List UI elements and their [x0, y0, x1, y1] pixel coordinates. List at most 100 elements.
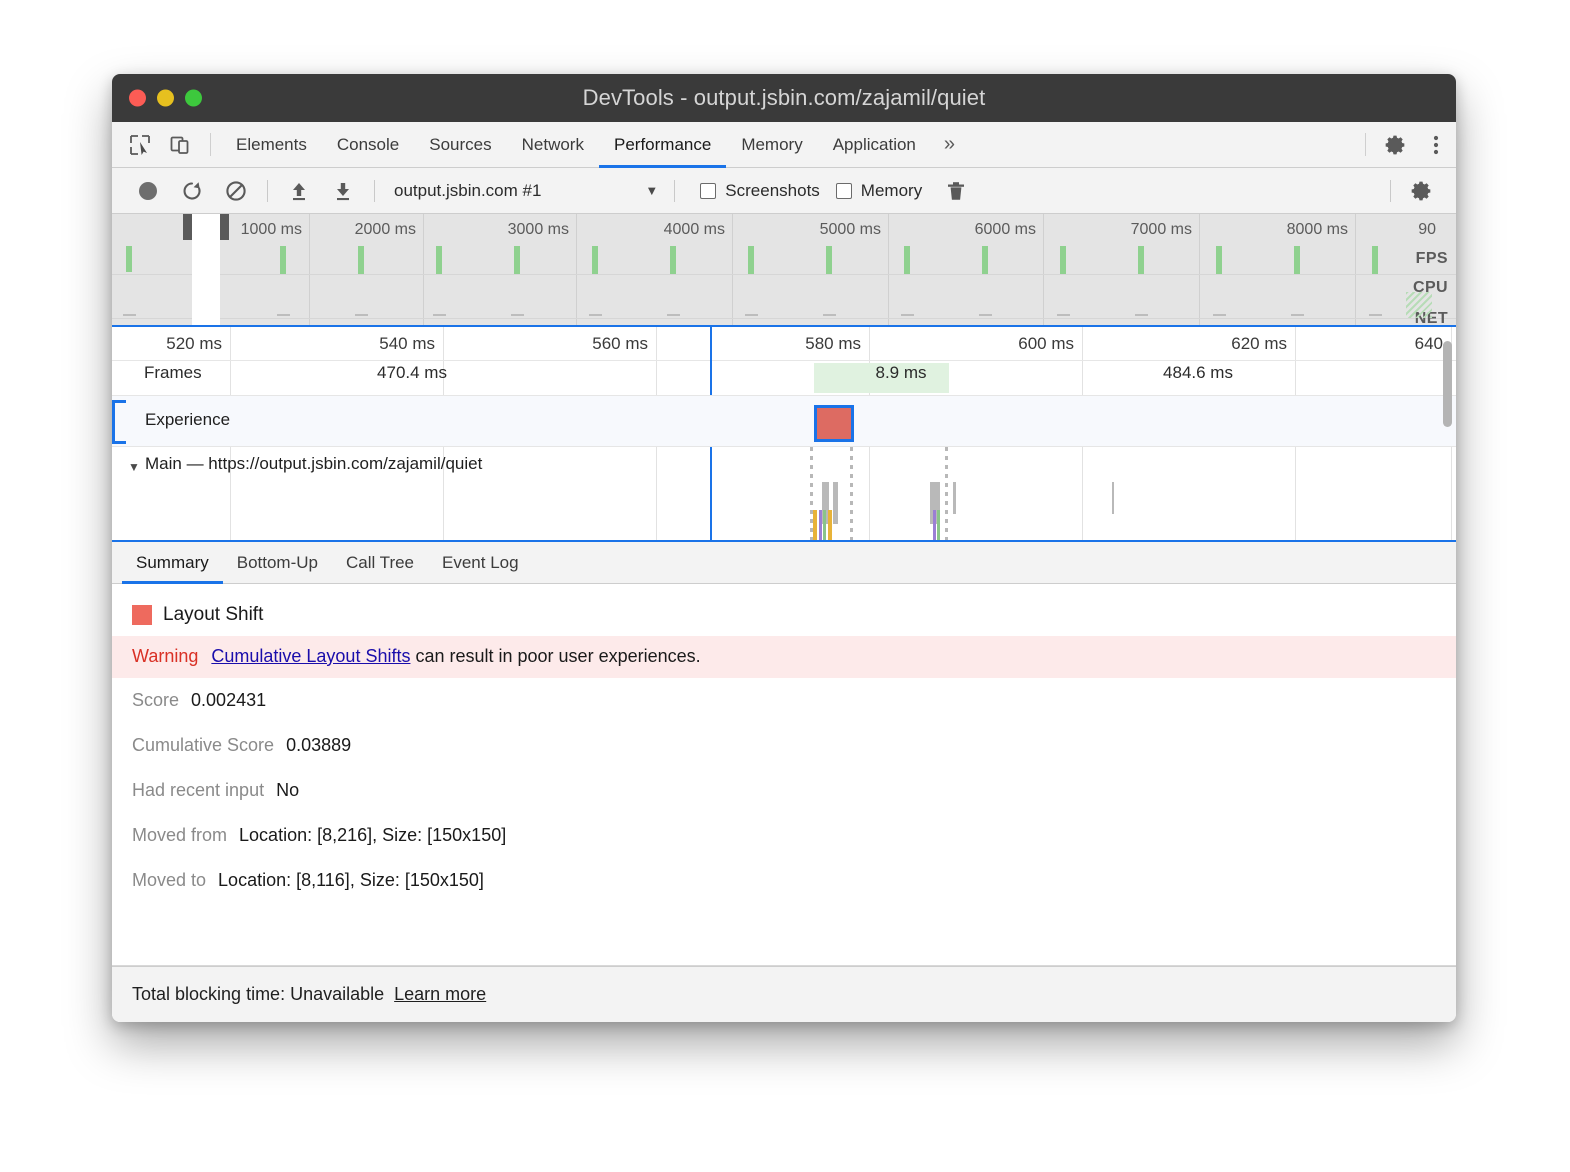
field-key: Moved from	[132, 825, 227, 846]
fps-bar	[514, 246, 520, 274]
layout-shift-event[interactable]	[814, 405, 854, 442]
fps-bar	[126, 246, 132, 272]
more-options-icon[interactable]	[1416, 122, 1456, 167]
overview-selection-window[interactable]	[192, 214, 220, 325]
tab-call-tree[interactable]: Call Tree	[332, 542, 428, 583]
close-window-button[interactable]	[129, 90, 146, 107]
fps-bar	[748, 246, 754, 274]
main-thread-task-bar[interactable]	[833, 482, 838, 524]
load-profile-button[interactable]	[277, 169, 321, 213]
minimize-window-button[interactable]	[157, 90, 174, 107]
fps-bar	[826, 246, 832, 274]
details-tabbar: Summary Bottom-Up Call Tree Event Log	[112, 542, 1456, 584]
tab-sources[interactable]: Sources	[414, 122, 506, 167]
tab-memory[interactable]: Memory	[726, 122, 817, 167]
overview-window-right-handle[interactable]	[220, 214, 229, 240]
main-track-collapse-caret[interactable]: ▼	[128, 460, 140, 474]
field-value: No	[276, 780, 299, 801]
trash-icon[interactable]	[934, 169, 978, 213]
record-button[interactable]	[126, 169, 170, 213]
main-thread-event-bar[interactable]	[828, 510, 832, 542]
overview-tick-label: 6000 ms	[975, 221, 1042, 239]
reload-and-record-button[interactable]	[170, 169, 214, 213]
frame-duration-selected: 8.9 ms	[875, 363, 926, 383]
tab-label: Application	[833, 135, 916, 155]
net-request-marker	[123, 314, 136, 316]
clear-button[interactable]	[214, 169, 258, 213]
overview-window-left-handle[interactable]	[183, 214, 192, 240]
fps-bar	[1138, 246, 1144, 274]
main-thread-event-bar[interactable]	[813, 510, 817, 542]
net-request-marker	[1291, 314, 1304, 316]
profile-select-dropdown[interactable]: output.jsbin.com #1 ▼	[394, 181, 658, 201]
fps-bar	[358, 246, 364, 274]
net-request-marker	[1135, 314, 1148, 316]
fps-bar	[1216, 246, 1222, 274]
net-request-marker	[745, 314, 758, 316]
learn-more-link[interactable]: Learn more	[394, 984, 486, 1005]
flame-tick-label: 580 ms	[805, 334, 868, 354]
details-divider	[112, 965, 1456, 966]
tab-application[interactable]: Application	[818, 122, 931, 167]
fps-bar	[1294, 246, 1300, 274]
overview-tick-label: 1000 ms	[241, 221, 308, 239]
field-value: Location: [8,116], Size: [150x150]	[218, 870, 484, 891]
field-value: Location: [8,216], Size: [150x150]	[239, 825, 506, 846]
tab-label: Performance	[614, 135, 711, 155]
device-toolbar-icon[interactable]	[160, 122, 200, 167]
event-boundary-dashed-line	[850, 447, 853, 540]
checkbox-box	[836, 183, 852, 199]
screenshots-checkbox[interactable]: Screenshots	[700, 181, 820, 201]
overview-gridline	[576, 214, 577, 325]
tab-label: Sources	[429, 135, 491, 155]
maximize-window-button[interactable]	[185, 90, 202, 107]
tab-network[interactable]: Network	[507, 122, 599, 167]
tab-summary[interactable]: Summary	[122, 542, 223, 583]
more-tabs-button[interactable]: »	[931, 122, 968, 167]
main-thread-task-bar[interactable]	[953, 482, 956, 514]
overview-gridline	[423, 214, 424, 325]
overview-tick-label: 2000 ms	[355, 221, 422, 239]
memory-checkbox[interactable]: Memory	[836, 181, 922, 201]
main-thread-task-bar[interactable]	[1112, 482, 1114, 514]
performance-toolbar: output.jsbin.com #1 ▼ Screenshots Memory	[112, 168, 1456, 214]
warning-text: can result in poor user experiences.	[410, 646, 700, 666]
net-request-marker	[979, 314, 992, 316]
tab-event-log[interactable]: Event Log	[428, 542, 533, 583]
main-track-label: Main — https://output.jsbin.com/zajamil/…	[145, 454, 482, 474]
net-request-marker	[277, 314, 290, 316]
main-thread-event-bar[interactable]	[823, 510, 826, 542]
window-title: DevTools - output.jsbin.com/zajamil/quie…	[112, 85, 1456, 111]
tabbar-right-divider	[1365, 133, 1366, 156]
inspect-element-icon[interactable]	[120, 122, 160, 167]
tabbar-divider	[210, 133, 211, 156]
net-request-marker	[1213, 314, 1226, 316]
timeline-overview[interactable]: 1000 ms2000 ms3000 ms4000 ms5000 ms6000 …	[112, 214, 1456, 327]
save-profile-button[interactable]	[321, 169, 365, 213]
overview-tick-label: 90	[1418, 221, 1442, 239]
field-key: Score	[132, 690, 179, 711]
tab-elements[interactable]: Elements	[221, 122, 322, 167]
fps-bar	[1372, 246, 1378, 274]
flame-chart-scrollbar[interactable]	[1443, 341, 1452, 427]
tab-bottom-up[interactable]: Bottom-Up	[223, 542, 332, 583]
flame-tick-label: 560 ms	[592, 334, 655, 354]
tab-performance[interactable]: Performance	[599, 122, 726, 167]
overview-track-divider	[112, 318, 1456, 319]
fps-bar	[280, 246, 286, 274]
main-thread-event-bar[interactable]	[819, 510, 822, 542]
capture-settings-gear-icon[interactable]	[1400, 169, 1444, 213]
main-thread-event-bar[interactable]	[937, 510, 940, 540]
overview-gridline	[732, 214, 733, 325]
tab-console[interactable]: Console	[322, 122, 414, 167]
settings-gear-icon[interactable]	[1376, 122, 1416, 167]
overview-tick-label: 7000 ms	[1131, 221, 1198, 239]
main-thread-event-bar[interactable]	[933, 510, 936, 540]
fps-bar	[982, 246, 988, 274]
flame-chart[interactable]: 520 ms540 ms560 ms580 ms600 ms620 ms640 …	[112, 327, 1456, 542]
tab-label: Console	[337, 135, 399, 155]
cumulative-layout-shifts-link[interactable]: Cumulative Layout Shifts	[211, 646, 410, 666]
net-request-marker	[823, 314, 836, 316]
overview-tick-label: 4000 ms	[664, 221, 731, 239]
experience-track-row[interactable]: Experience	[112, 395, 1456, 447]
